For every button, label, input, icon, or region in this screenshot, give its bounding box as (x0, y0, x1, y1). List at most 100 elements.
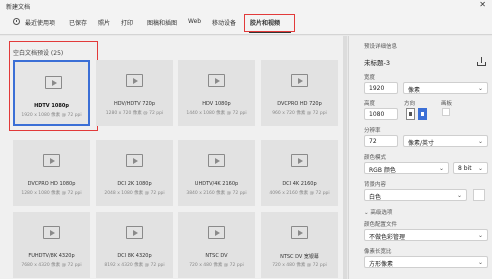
bit-depth-value: 8 bit (458, 165, 472, 172)
color-profile-select[interactable]: 不做色彩管理 ⌄ (364, 229, 488, 241)
preset-dims: 2048 x 1080 像素 @ 72 ppi (104, 191, 165, 196)
preset-dims: 720 x 480 像素 @ 72 ppi (189, 263, 244, 268)
category-tabs: 最近使用项 已保存 照片 打印 图稿和插图 Web 移动设备 胶片和视频 (0, 11, 492, 35)
chevron-down-icon: ⌄ (477, 165, 483, 172)
resolution-input[interactable]: 72 (364, 135, 398, 147)
window-title: 新建文档 (6, 4, 31, 11)
preset-details-panel: 预设详细信息 未标题-3 宽度 1920 像素 ⌄ 高度 方向 画板 1080 … (348, 36, 492, 279)
preset-tile[interactable]: DCI 2K 1080p 2048 x 1080 像素 @ 72 ppi (96, 140, 173, 206)
video-icon (43, 226, 60, 239)
video-icon (126, 226, 143, 239)
landscape-icon[interactable] (418, 108, 427, 120)
preset-name: HDTV 1080p (34, 103, 69, 109)
presets-scrollbar[interactable] (343, 36, 347, 279)
preset-name: HDV/HDTV 720p (113, 101, 156, 107)
preset-dims: 3840 x 2160 像素 @ 72 ppi (186, 191, 247, 196)
preset-dims: 7680 x 4320 像素 @ 72 ppi (21, 263, 82, 268)
tab-web[interactable]: Web (188, 18, 201, 25)
video-icon (45, 76, 62, 89)
preset-tile[interactable]: NTSC DV 宽银幕 720 x 480 像素 @ 72 ppi (261, 212, 338, 278)
color-mode-value: RGB 颜色 (369, 167, 396, 174)
resolution-unit-value: 像素/英寸 (408, 140, 435, 147)
preset-name: NTSC DV (205, 253, 228, 259)
tab-saved[interactable]: 已保存 (69, 18, 87, 27)
background-select[interactable]: 白色 ⌄ (364, 189, 467, 201)
width-label: 宽度 (364, 75, 376, 81)
preset-dims: 4096 x 2160 像素 @ 72 ppi (269, 191, 330, 196)
resolution-unit-select[interactable]: 像素/英寸 ⌄ (403, 135, 488, 147)
preset-tile[interactable]: HDV/HDTV 720p 1280 x 720 像素 @ 72 ppi (96, 60, 173, 126)
color-mode-label: 颜色模式 (364, 155, 387, 161)
artboard-label: 画板 (441, 101, 453, 107)
preset-dims: 1920 x 1080 像素 @ 72 ppi (21, 113, 82, 118)
title-bar: 新建文档 ✕ (0, 0, 492, 11)
video-icon (208, 74, 225, 87)
preset-name: DVCPRO HD 1080p (27, 181, 76, 187)
preset-tile[interactable]: UHDTV/4K 2160p 3840 x 2160 像素 @ 72 ppi (178, 140, 255, 206)
chevron-down-icon: ⌄ (477, 138, 483, 145)
preset-tile[interactable]: DVCPRO HD 1080p 1280 x 1080 像素 @ 72 ppi (13, 140, 90, 206)
chevron-down-icon: ⌄ (438, 165, 444, 172)
preset-tile[interactable]: DCI 4K 2160p 4096 x 2160 像素 @ 72 ppi (261, 140, 338, 206)
width-unit-value: 像素 (408, 87, 421, 94)
artboard-checkbox[interactable] (442, 108, 450, 116)
clock-icon (13, 18, 20, 25)
resolution-label: 分辨率 (364, 128, 381, 134)
advanced-options-label: 高级选项 (370, 210, 393, 216)
video-icon (208, 154, 225, 167)
preset-name: HDV 1080p (202, 101, 231, 107)
preset-name: DCI 8K 4320p (117, 253, 152, 259)
video-icon (291, 154, 308, 167)
chevron-down-icon: ⌄ (477, 85, 483, 92)
preset-tile[interactable]: FUHDTV/8K 4320p 7680 x 4320 像素 @ 72 ppi (13, 212, 90, 278)
details-header: 预设详细信息 (364, 44, 398, 50)
video-icon (208, 226, 225, 239)
width-input[interactable]: 1920 (364, 82, 398, 94)
preset-dims: 960 x 720 像素 @ 72 ppi (272, 111, 327, 116)
preset-dims: 1280 x 720 像素 @ 72 ppi (105, 111, 164, 116)
chevron-down-icon: ⌄ (477, 259, 483, 266)
bit-depth-select[interactable]: 8 bit ⌄ (453, 162, 488, 174)
preset-name: FUHDTV/8K 4320p (28, 253, 75, 259)
background-value: 白色 (369, 194, 382, 201)
preset-tile[interactable]: NTSC DV 720 x 480 像素 @ 72 ppi (178, 212, 255, 278)
tab-mobile[interactable]: 移动设备 (212, 18, 236, 27)
preset-name: NTSC DV 宽银幕 (280, 254, 319, 260)
preset-dims: 8192 x 4320 像素 @ 72 ppi (104, 263, 165, 268)
preset-dims: 1440 x 1080 像素 @ 72 ppi (186, 111, 247, 116)
pixel-aspect-label: 像素长宽比 (364, 249, 392, 255)
tab-recent[interactable]: 最近使用项 (25, 18, 55, 27)
tab-photo[interactable]: 照片 (98, 18, 110, 27)
tab-print[interactable]: 打印 (121, 18, 133, 27)
preset-tile[interactable]: HDV 1080p 1440 x 1080 像素 @ 72 ppi (178, 60, 255, 126)
color-profile-value: 不做色彩管理 (369, 234, 406, 241)
preset-dims: 720 x 480 像素 @ 72 ppi (272, 263, 327, 268)
document-name[interactable]: 未标题-3 (364, 57, 390, 67)
background-color-swatch[interactable] (473, 189, 485, 201)
video-icon (43, 154, 60, 167)
color-profile-label: 颜色配置文件 (364, 222, 398, 228)
color-mode-select[interactable]: RGB 颜色 ⌄ (364, 162, 449, 174)
tab-highlight-box (244, 14, 295, 32)
advanced-options-toggle[interactable]: ⌄ 高级选项 (364, 208, 392, 216)
portrait-icon[interactable] (406, 108, 415, 120)
preset-tile[interactable]: DVCPRO HD 720p 960 x 720 像素 @ 72 ppi (261, 60, 338, 126)
height-input[interactable]: 1080 (364, 108, 398, 120)
pixel-aspect-select[interactable]: 方形像素 ⌄ (364, 256, 488, 268)
video-icon (126, 74, 143, 87)
width-unit-select[interactable]: 像素 ⌄ (403, 82, 488, 94)
preset-dims: 1280 x 1080 像素 @ 72 ppi (21, 191, 82, 196)
chevron-down-icon: ⌄ (364, 210, 369, 216)
save-preset-icon[interactable] (477, 57, 486, 66)
preset-tile[interactable]: DCI 8K 4320p 8192 x 4320 像素 @ 72 ppi (96, 212, 173, 278)
orientation-label: 方向 (404, 101, 416, 107)
preset-name: DCI 2K 1080p (117, 181, 152, 187)
close-icon[interactable]: ✕ (479, 1, 486, 9)
tab-art-illustration[interactable]: 图稿和插图 (147, 18, 177, 27)
video-icon (291, 226, 308, 239)
video-icon (126, 154, 143, 167)
preset-tile[interactable]: HDTV 1080p 1920 x 1080 像素 @ 72 ppi (13, 60, 90, 126)
height-label: 高度 (364, 101, 376, 107)
preset-name: DCI 4K 2160p (282, 181, 317, 187)
video-icon (291, 74, 308, 87)
